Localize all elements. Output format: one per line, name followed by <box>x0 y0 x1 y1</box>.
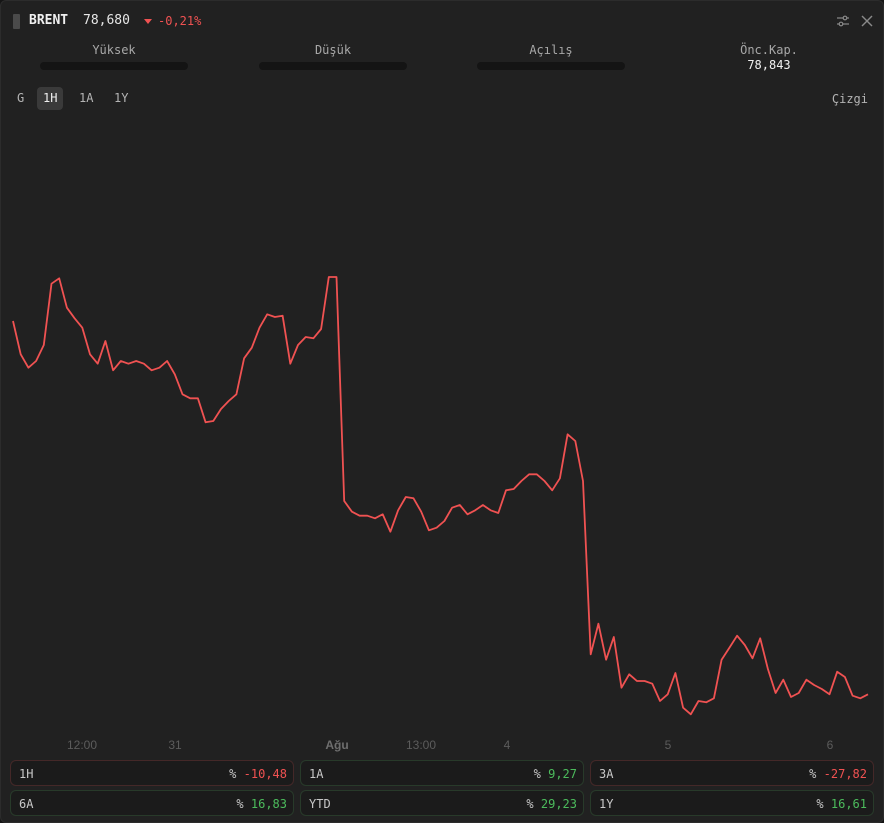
stat-low: Düşük <box>258 43 408 70</box>
x-tick-label: 13:00 <box>405 738 437 752</box>
perf-1y[interactable]: 1Y % 16,61 <box>590 790 874 816</box>
perf-percent: % -10,48 <box>229 767 287 781</box>
perf-value: 29,23 <box>540 797 577 811</box>
perf-label: 1A <box>309 767 324 781</box>
stat-open: Açılış <box>476 43 626 70</box>
stat-value: 78,843 <box>747 58 791 72</box>
performance-grid: 1H % -10,48 1A % 9,27 3A % -27,82 6A % 1… <box>10 760 876 816</box>
perf-label: 6A <box>19 797 34 811</box>
stat-label: Açılış <box>529 43 573 57</box>
perf-percent: % 16,83 <box>236 797 287 811</box>
perf-percent: % 16,61 <box>816 797 867 811</box>
x-tick-label: 5 <box>664 738 672 752</box>
percent-sign: % <box>816 797 824 811</box>
perf-1a[interactable]: 1A % 9,27 <box>300 760 584 786</box>
x-tick-label: 31 <box>168 738 182 752</box>
percent-sign: % <box>533 767 541 781</box>
percent-sign: % <box>236 797 244 811</box>
stat-value-placeholder <box>477 62 625 70</box>
tab-g[interactable]: G <box>11 87 30 110</box>
perf-value: -10,48 <box>243 767 287 781</box>
perf-value: -27,82 <box>823 767 867 781</box>
instrument-widget: BRENT 78,680 -0,21% Yüksek Düşük Açılış <box>0 0 884 823</box>
widget-header: BRENT 78,680 -0,21% <box>11 11 875 33</box>
percent-sign: % <box>526 797 534 811</box>
perf-label: 1Y <box>599 797 614 811</box>
down-arrow-icon <box>144 19 152 24</box>
perf-percent: % 29,23 <box>526 797 577 811</box>
x-axis: 12:00 31 Ağu 13:00 4 5 6 <box>1 738 884 754</box>
perf-label: YTD <box>309 797 331 811</box>
tab-1a[interactable]: 1A <box>73 87 99 110</box>
tab-1h[interactable]: 1H <box>37 87 64 110</box>
drag-handle-icon[interactable] <box>13 14 20 29</box>
perf-ytd[interactable]: YTD % 29,23 <box>300 790 584 816</box>
stat-prev-close: Önc.Kap. 78,843 <box>694 43 844 72</box>
perf-percent: % 9,27 <box>534 767 577 781</box>
stat-label: Düşük <box>314 43 352 57</box>
chart-type-selector[interactable]: Çizgi <box>832 92 868 106</box>
tab-1y[interactable]: 1Y <box>108 87 134 110</box>
perf-value: 16,61 <box>830 797 867 811</box>
stat-high: Yüksek <box>39 43 189 70</box>
price-chart[interactable] <box>1 121 884 761</box>
stat-label: Yüksek <box>92 43 136 57</box>
percent-sign: % <box>809 767 817 781</box>
stat-value-placeholder <box>40 62 188 70</box>
price-series-line <box>12 276 869 716</box>
stat-value-placeholder <box>259 62 407 70</box>
percent-sign: % <box>229 767 237 781</box>
stats-row: Yüksek Düşük Açılış Önc.Kap. 78,843 <box>1 43 884 77</box>
x-tick-label: Ağu <box>325 738 349 752</box>
perf-percent: % -27,82 <box>809 767 867 781</box>
price-change-percent: -0,21% <box>158 14 202 28</box>
perf-3a[interactable]: 3A % -27,82 <box>590 760 874 786</box>
perf-6a[interactable]: 6A % 16,83 <box>10 790 294 816</box>
x-tick-label: 6 <box>826 738 834 752</box>
perf-value: 16,83 <box>250 797 287 811</box>
perf-label: 1H <box>19 767 34 781</box>
symbol-name: BRENT <box>29 13 69 28</box>
last-price: 78,680 <box>83 13 130 28</box>
x-tick-label: 4 <box>503 738 511 752</box>
close-icon[interactable] <box>860 14 874 28</box>
perf-1h[interactable]: 1H % -10,48 <box>10 760 294 786</box>
x-tick-label: 12:00 <box>66 738 98 752</box>
sliders-icon[interactable] <box>836 14 850 28</box>
stat-label: Önc.Kap. <box>740 43 798 57</box>
perf-label: 3A <box>599 767 614 781</box>
perf-value: 9,27 <box>548 767 577 781</box>
